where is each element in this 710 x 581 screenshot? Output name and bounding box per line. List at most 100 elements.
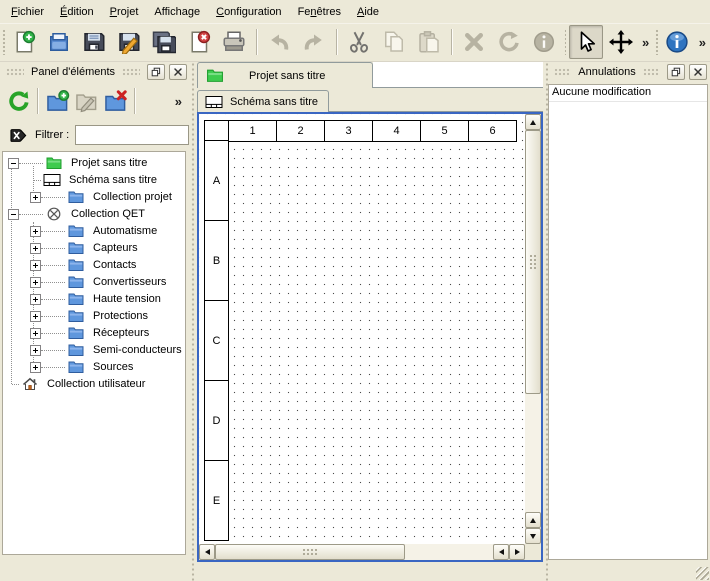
float-panel-button[interactable] <box>667 64 685 80</box>
mdi-area: Projet sans titre Schéma sans titre 1234… <box>197 62 543 581</box>
tree-item-convertisseurs[interactable]: Convertisseurs <box>3 274 185 291</box>
menu-projet[interactable]: Projet <box>102 3 147 21</box>
vscroll-track[interactable] <box>525 130 541 512</box>
new-folder-icon <box>46 90 70 113</box>
expand-toggle[interactable] <box>30 311 41 322</box>
expand-toggle[interactable] <box>30 277 41 288</box>
tree-item-projet-sans-titre[interactable]: Projet sans titre <box>3 155 185 172</box>
save-all-button[interactable] <box>147 25 181 59</box>
filter-input[interactable] <box>75 125 189 145</box>
hscroll-left-button-right[interactable] <box>493 544 509 560</box>
tree-item-protections[interactable]: Protections <box>3 308 185 325</box>
dock-drag-handle[interactable] <box>6 68 24 76</box>
tree-branch-line <box>12 384 19 385</box>
copy-button[interactable] <box>377 25 411 59</box>
close-panel-button[interactable] <box>169 64 187 80</box>
tree-item-haute-tension[interactable]: Haute tension <box>3 291 185 308</box>
schema-tab[interactable]: Schéma sans titre <box>197 90 329 112</box>
tree-item-semi-conducteurs[interactable]: Semi-conducteurs <box>3 342 185 359</box>
refresh-icon <box>7 90 31 113</box>
collapse-toggle[interactable] <box>8 158 19 169</box>
save-as-button[interactable] <box>112 25 146 59</box>
tree-item-sources[interactable]: Sources <box>3 359 185 376</box>
menu-aide[interactable]: Aide <box>349 3 387 21</box>
print-button[interactable] <box>217 25 251 59</box>
reload-collections-button[interactable] <box>4 87 33 116</box>
tree-item-label: Protections <box>93 310 148 322</box>
tree-item-automatisme[interactable]: Automatisme <box>3 223 185 240</box>
tree-item-label: Projet sans titre <box>71 157 147 169</box>
paste-button[interactable] <box>412 25 446 59</box>
rotate-button[interactable] <box>492 25 526 59</box>
expand-toggle[interactable] <box>30 345 41 356</box>
elements-tree: Projet sans titreSchéma sans titreCollec… <box>2 151 186 555</box>
vscroll-thumb[interactable] <box>525 130 541 394</box>
expand-toggle[interactable] <box>30 294 41 305</box>
pan-mode-button[interactable] <box>604 25 638 59</box>
diagram-column-header: 123456 <box>204 120 517 142</box>
delete-category-button[interactable] <box>101 87 130 116</box>
qet-info-button[interactable] <box>660 25 694 59</box>
collapse-toggle[interactable] <box>8 209 19 220</box>
blue-folder-icon <box>67 291 85 307</box>
new-category-button[interactable] <box>43 87 72 116</box>
hscroll-track[interactable] <box>215 544 493 560</box>
toolbar-drag-handle[interactable] <box>655 29 658 55</box>
new-document-button[interactable] <box>7 25 41 59</box>
hscroll-thumb[interactable] <box>215 544 405 560</box>
expand-toggle[interactable] <box>30 328 41 339</box>
expand-toggle[interactable] <box>30 226 41 237</box>
tree-item-collection-utilisateur[interactable]: Collection utilisateur <box>3 376 185 393</box>
expand-toggle[interactable] <box>30 362 41 373</box>
edit-category-button[interactable] <box>72 87 101 116</box>
arrow-down-icon <box>530 534 536 539</box>
menu-fichier[interactable]: Fichier <box>3 3 52 21</box>
undo-button[interactable] <box>262 25 296 59</box>
dock-drag-handle[interactable] <box>643 68 660 76</box>
toolbar-drag-handle[interactable] <box>2 29 5 55</box>
tree-item-collection-qet[interactable]: Collection QET <box>3 206 185 223</box>
tree-item-schema-sans-titre[interactable]: Schéma sans titre <box>3 172 185 189</box>
tree-item-collection-projet[interactable]: Collection projet <box>3 189 185 206</box>
open-button[interactable] <box>42 25 76 59</box>
float-panel-button[interactable] <box>147 64 165 80</box>
vscroll-down-button[interactable] <box>525 528 541 544</box>
toolbar-extension-chevron[interactable]: » <box>695 35 710 50</box>
toolbar-drag-handle[interactable] <box>564 29 567 55</box>
delete-button[interactable] <box>457 25 491 59</box>
close-panel-button[interactable] <box>689 64 707 80</box>
diagram-canvas[interactable]: 123456 ABCDE <box>199 114 525 544</box>
info-button[interactable] <box>527 25 561 59</box>
cut-button[interactable] <box>342 25 376 59</box>
vscroll-up-button-bottom[interactable] <box>525 512 541 528</box>
tree-item-capteurs[interactable]: Capteurs <box>3 240 185 257</box>
expand-toggle[interactable] <box>30 243 41 254</box>
menu-affichage[interactable]: Affichage <box>146 3 208 21</box>
left-splitter[interactable] <box>189 62 196 581</box>
expand-toggle[interactable] <box>30 192 41 203</box>
redo-button[interactable] <box>297 25 331 59</box>
tree-item-contacts[interactable]: Contacts <box>3 257 185 274</box>
blue-folder-icon <box>67 359 85 375</box>
tree-item-recepteurs[interactable]: Récepteurs <box>3 325 185 342</box>
toolbar-extension-chevron[interactable]: » <box>171 94 186 109</box>
hscroll-left-button[interactable] <box>199 544 215 560</box>
menu-edition[interactable]: Édition <box>52 3 102 21</box>
vscroll-up-button[interactable] <box>525 114 541 130</box>
diagram-view: 123456 ABCDE <box>197 112 543 562</box>
menu-configuration[interactable]: Configuration <box>208 3 289 21</box>
dock-drag-handle[interactable] <box>554 68 571 76</box>
menu-fenetres[interactable]: Fenêtres <box>290 3 349 21</box>
delete-icon <box>462 30 486 54</box>
clear-filter-icon[interactable] <box>9 128 29 143</box>
window-resize-grip[interactable] <box>696 567 709 580</box>
dock-drag-handle[interactable] <box>122 68 140 76</box>
project-tab[interactable]: Projet sans titre <box>197 62 373 88</box>
undo-history-item[interactable]: Aucune modification <box>549 85 707 102</box>
select-mode-button[interactable] <box>569 25 603 59</box>
save-button[interactable] <box>77 25 111 59</box>
toolbar-extension-chevron[interactable]: » <box>638 35 653 50</box>
close-file-button[interactable] <box>182 25 216 59</box>
hscroll-right-button[interactable] <box>509 544 525 560</box>
expand-toggle[interactable] <box>30 260 41 271</box>
